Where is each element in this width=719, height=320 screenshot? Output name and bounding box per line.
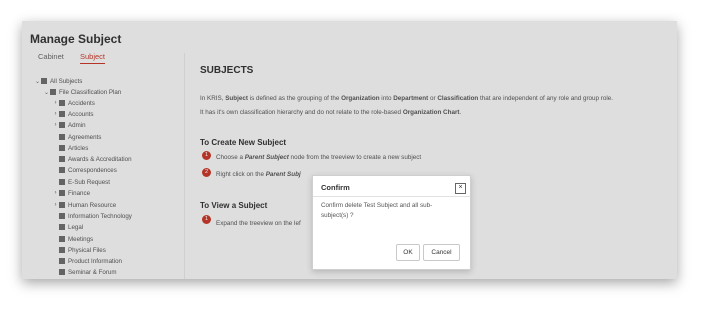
- confirm-dialog: Confirm × Confirm delete Test Subject an…: [312, 175, 471, 270]
- dialog-message: Confirm delete Test Subject and all sub-…: [321, 202, 433, 219]
- app-window: Manage Subject Cabinet Subject ⌄ All Sub…: [22, 21, 677, 279]
- ok-button[interactable]: OK: [396, 244, 420, 261]
- dialog-title: Confirm: [321, 183, 350, 192]
- dialog-divider: [313, 196, 470, 197]
- cancel-button[interactable]: Cancel: [423, 244, 460, 261]
- close-icon[interactable]: ×: [455, 183, 466, 194]
